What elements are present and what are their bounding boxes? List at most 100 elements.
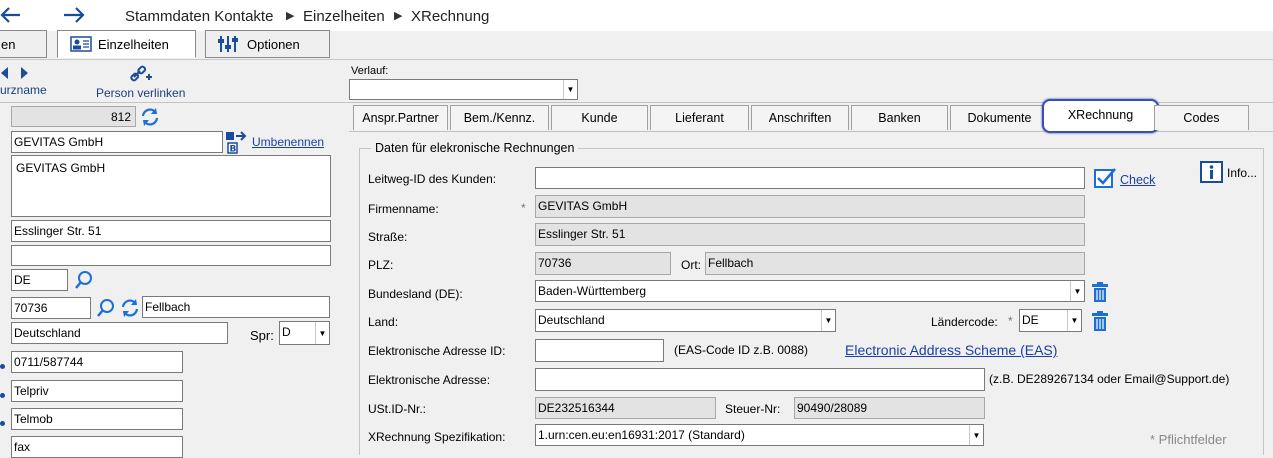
chevron-down-icon: ▼ (315, 322, 329, 344)
tab-label: Lieferant (675, 111, 724, 125)
steuer-label: Steuer-Nr: (725, 402, 781, 416)
spr-select[interactable]: D ▼ (279, 321, 330, 345)
link-person-icon[interactable] (130, 63, 154, 88)
chevron-down-icon: ▼ (563, 80, 577, 99)
phone-field[interactable]: 0711/587744 (11, 351, 183, 373)
prev-record-icon[interactable] (0, 66, 10, 83)
spez-label: XRechnung Spezifikation: (368, 430, 506, 444)
plz-field[interactable]: 70736 (11, 297, 91, 319)
bundesland-select[interactable]: Baden-Württemberg ▼ (535, 280, 1085, 302)
required-star: * (1008, 314, 1013, 328)
el-adresse-hint: (z.B. DE289267134 oder Email@Support.de) (989, 372, 1230, 386)
fax-value: fax (14, 440, 31, 454)
el-adresse-id-input[interactable] (535, 339, 664, 362)
contact-card-icon (70, 35, 92, 53)
rename-icon[interactable]: B (225, 130, 247, 157)
tab-label: Anspr.Partner (362, 111, 439, 125)
info-label[interactable]: Info... (1227, 166, 1257, 180)
forward-arrow-icon[interactable] (62, 5, 86, 25)
check-link[interactable]: Check (1120, 173, 1155, 187)
chevron-down-icon: ▼ (969, 425, 983, 445)
land-label: Land: (368, 315, 399, 329)
phone-marker-icon (0, 421, 5, 426)
tab-label: Dokumente (967, 111, 1032, 125)
spez-value: 1.urn:cen.eu:en16931:2017 (Standard) (538, 428, 745, 442)
ustid-value: DE232516344 (538, 401, 615, 415)
toolbar-tab-einzelheiten[interactable]: Einzelheiten (57, 30, 196, 58)
toolbar-tab-partial[interactable]: en (0, 30, 47, 58)
tab-label: Codes (1183, 111, 1220, 125)
plz-ro-value: 70736 (538, 256, 572, 270)
pflichtfelder-note: * Pflichtfelder (1150, 432, 1227, 447)
back-arrow-icon[interactable] (0, 5, 22, 25)
laendercode-value: DE (1022, 313, 1039, 327)
telpriv-field[interactable]: Telpriv (11, 380, 183, 402)
verlauf-select[interactable]: ▼ (349, 79, 578, 100)
bundesland-value: Baden-Württemberg (538, 284, 647, 298)
trash-icon[interactable] (1091, 311, 1109, 334)
search-icon[interactable] (74, 270, 94, 293)
sliders-icon (217, 34, 239, 54)
firmenname-field: GEVITAS GmbH (535, 195, 1085, 218)
street-field[interactable]: Esslinger Str. 51 (11, 220, 331, 242)
toolbar-tab-optionen[interactable]: Optionen (205, 30, 330, 58)
strasse-label: Straße: (368, 230, 408, 244)
city-field[interactable]: Fellbach (142, 296, 330, 318)
telmob-field[interactable]: Telmob (11, 408, 183, 430)
breadcrumb-part1: Stammdaten Kontakte (125, 8, 274, 25)
steuer-field: 90490/28089 (794, 397, 985, 419)
strasse-field: Esslinger Str. 51 (535, 223, 1085, 246)
laendercode-select[interactable]: DE ▼ (1019, 309, 1082, 332)
country-field[interactable]: Deutschland (11, 322, 228, 344)
phone-marker-icon (0, 393, 5, 398)
breadcrumb-part3: XRechnung (411, 8, 490, 25)
checkbox-check-icon[interactable] (1093, 167, 1117, 192)
umbenennen-link[interactable]: Umbenennen (252, 135, 324, 149)
tab-dokumente[interactable]: Dokumente (950, 105, 1049, 130)
tab-anschriften[interactable]: Anschriften (751, 105, 849, 130)
search-icon[interactable] (96, 298, 116, 321)
breadcrumb-part2: Einzelheiten (303, 8, 385, 25)
eas-link[interactable]: Electronic Address Scheme (EAS) (845, 342, 1057, 358)
toolbar-tab-einzelheiten-label: Einzelheiten (98, 36, 169, 52)
street2-field[interactable] (11, 245, 331, 266)
record-id-value: 812 (110, 110, 131, 124)
tab-anspr-partner[interactable]: Anspr.Partner (353, 105, 448, 130)
tab-bem-kennz[interactable]: Bem./Kennz. (450, 105, 549, 130)
next-record-icon[interactable] (20, 66, 30, 83)
chevron-down-icon: ▼ (1067, 310, 1081, 331)
name-block-field[interactable]: GEVITAS GmbH (11, 155, 331, 217)
trash-icon[interactable] (1091, 282, 1109, 305)
person-verlinken-label[interactable]: Person verlinken (96, 86, 185, 100)
tab-xrechnung[interactable]: XRechnung (1042, 99, 1159, 133)
spez-select[interactable]: 1.urn:cen.eu:en16931:2017 (Standard) ▼ (535, 424, 984, 446)
tab-banken[interactable]: Banken (851, 105, 948, 130)
tab-lieferant[interactable]: Lieferant (650, 105, 749, 130)
el-adresse-input[interactable] (535, 368, 985, 391)
telpriv-value: Telpriv (14, 384, 49, 398)
leitweg-input[interactable] (535, 167, 1085, 189)
toolbar-tab-partial-label: en (1, 36, 16, 52)
company-name-field[interactable]: GEVITAS GmbH (11, 131, 223, 153)
company-name-value: GEVITAS GmbH (14, 135, 104, 149)
tab-label: XRechnung (1067, 108, 1134, 122)
tab-codes[interactable]: Codes (1154, 105, 1249, 130)
tab-kunde[interactable]: Kunde (551, 105, 648, 130)
tab-label: Anschriften (768, 111, 832, 125)
country-code-field[interactable]: DE (11, 269, 68, 291)
bundesland-label: Bundesland (DE): (368, 287, 463, 301)
info-icon[interactable] (1200, 161, 1224, 186)
steuer-value: 90490/28089 (797, 401, 868, 415)
ort-label: Ort: (681, 258, 701, 272)
required-star: * (521, 201, 526, 215)
tab-label: Banken (878, 111, 921, 125)
land-select[interactable]: Deutschland ▼ (535, 309, 836, 332)
el-adresse-label: Elektronische Adresse: (368, 373, 491, 387)
kurzname-label[interactable]: urzname (0, 83, 47, 97)
refresh-icon[interactable] (119, 298, 141, 321)
firmenname-value: GEVITAS GmbH (538, 199, 628, 213)
tab-label: Kunde (581, 111, 618, 125)
telmob-value: Telmob (14, 412, 53, 426)
chevron-down-icon: ▼ (1070, 281, 1084, 301)
refresh-icon[interactable] (139, 107, 161, 130)
